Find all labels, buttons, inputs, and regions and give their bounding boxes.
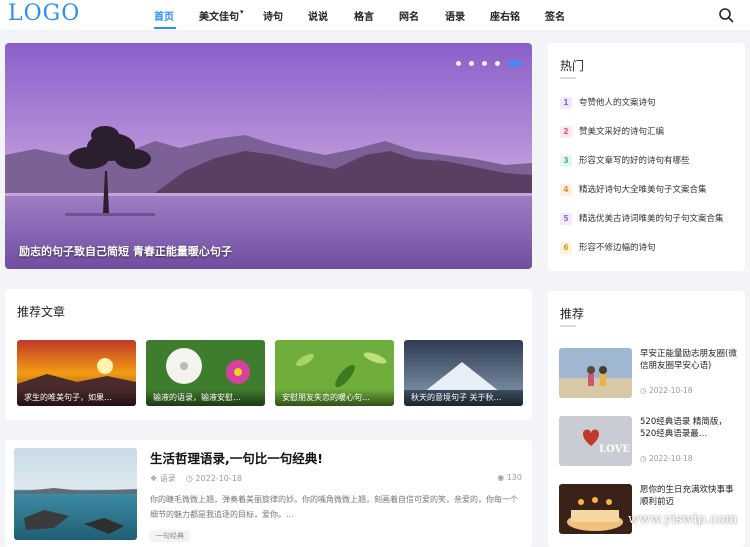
post-tag[interactable]: 一句经典 — [150, 530, 190, 542]
post-views: ◉ 130 — [497, 473, 522, 482]
nav-maxims[interactable]: 座右铭 — [490, 8, 520, 23]
side-recommend-thumb: LOVE — [559, 416, 632, 466]
recommended-title: 推荐文章 — [17, 305, 66, 319]
hot-item[interactable]: 2 赞美文采好的诗句汇编 — [560, 125, 740, 154]
recommended-articles: 推荐文章 求生的唯美句子，如果… 输液的语录，输液安慰… 安慰朋友失恋的暖心句…… — [5, 289, 532, 420]
side-recommend-item[interactable]: LOVE 520经典语录 精简版，520经典语录最… ◷ 2022-10-18 — [559, 416, 741, 468]
post-category[interactable]: 语录 — [160, 474, 176, 483]
clock-icon: ◷ — [640, 454, 649, 463]
hot-item-text: 夸赞他人的文案诗句 — [579, 98, 656, 108]
birthday-cake-image — [559, 484, 632, 534]
slider-dot-active[interactable] — [508, 61, 522, 66]
title-underline — [560, 77, 576, 79]
post-thumbnail[interactable] — [14, 448, 137, 540]
side-recommend-item-title: 早安正能量励志朋友圈(微信朋友圈早安心语) — [640, 349, 737, 371]
rank-badge: 1 — [560, 97, 572, 109]
side-recommend-item-date: ◷ 2022-10-18 — [640, 454, 693, 463]
love-image: LOVE — [559, 416, 632, 466]
hot-item-text: 精选优美古诗词唯美的句子句文案合集 — [579, 214, 724, 224]
eye-icon: ◉ — [497, 473, 505, 482]
slider-dot[interactable] — [455, 61, 461, 66]
post-excerpt: 你的睫毛微微上翘，弹奏着美丽旋律的妙。你的嘴角微微上翘，刻画着自信可爱的笑，亲爱… — [150, 495, 518, 519]
rank-badge: 2 — [560, 126, 572, 138]
recommended-card[interactable]: 安慰朋友失恋的暖心句… — [275, 340, 394, 406]
nav-home[interactable]: 首页 — [154, 8, 174, 23]
slider-dot[interactable] — [494, 61, 500, 66]
slider-dot[interactable] — [481, 61, 487, 66]
recommended-caption: 安慰朋友失恋的暖心句… — [275, 389, 394, 406]
side-recommend-thumb — [559, 484, 632, 534]
nav-active-indicator — [154, 27, 176, 29]
side-recommend-item-date-text: 2022-10-18 — [648, 454, 693, 463]
recommended-caption: 求生的唯美句子，如果… — [17, 389, 136, 406]
hot-item[interactable]: 4 精选好诗句大全唯美句子文案合集 — [560, 183, 740, 212]
side-recommend-item[interactable]: 愿你的生日充满欢快事事顺利前迈 — [559, 484, 741, 536]
side-recommend-panel: 推荐 早安正能量励志朋友圈(微信朋友圈早安心语) ◷ 2022-10-18 LO… — [548, 291, 745, 547]
search-icon[interactable] — [718, 7, 734, 23]
recommended-caption: 秋天的意境句子 关于秋… — [404, 389, 523, 406]
hot-item-text: 形容不修边幅的诗句 — [579, 243, 656, 253]
rank-badge: 6 — [560, 242, 572, 254]
rank-badge: 4 — [560, 184, 572, 196]
site-header: LOGO 首页 美文佳句▾ 诗句 说说 格言 网名 语录 座右铭 签名 — [0, 0, 750, 31]
nav-articles-label: 美文佳句 — [199, 12, 239, 23]
hero-slider[interactable]: 励志的句子致自己简短 青春正能量暖心句子 — [5, 43, 532, 269]
hot-item-text: 赞美文采好的诗句汇编 — [579, 127, 665, 137]
side-recommend-item[interactable]: 早安正能量励志朋友圈(微信朋友圈早安心语) ◷ 2022-10-18 — [559, 348, 741, 400]
rank-badge: 3 — [560, 155, 572, 167]
recommended-caption: 输液的语录，输液安慰… — [146, 389, 265, 406]
side-recommend-item-date-text: 2022-10-18 — [648, 386, 693, 395]
recommended-card[interactable]: 输液的语录，输液安慰… — [146, 340, 265, 406]
slider-dot[interactable] — [468, 61, 474, 66]
nav-mottos[interactable]: 格言 — [354, 8, 374, 23]
nav-nicknames[interactable]: 网名 — [399, 8, 419, 23]
post-meta: ❖ 语录 ◷ 2022-10-18 — [150, 473, 242, 484]
post-title[interactable]: 生活哲理语录,一句比一句经典! — [150, 448, 323, 467]
nav-shuoshuo[interactable]: 说说 — [308, 8, 328, 23]
title-underline — [560, 325, 576, 327]
recommended-card[interactable]: 秋天的意境句子 关于秋… — [404, 340, 523, 406]
category-icon: ❖ — [150, 474, 158, 483]
clock-icon: ◷ — [185, 474, 193, 483]
side-recommend-title: 推荐 — [560, 307, 585, 321]
svg-text:LOVE: LOVE — [599, 444, 630, 455]
couple-image — [559, 348, 632, 398]
side-recommend-item-title: 520经典语录 精简版，520经典语录最… — [640, 417, 727, 439]
hot-list: 1 夸赞他人的文案诗句 2 赞美文采好的诗句汇编 3 形容文章写的好的诗句有哪些 4精… — [560, 96, 740, 270]
slider-pagination — [453, 51, 522, 70]
watermark: www.yiswip.com — [628, 512, 738, 527]
post-card[interactable]: 生活哲理语录,一句比一句经典! ❖ 语录 ◷ 2022-10-18 ◉ 130 … — [5, 440, 532, 547]
hot-item-text: 精选好诗句大全唯美句子文案合集 — [579, 185, 707, 195]
post-views-count: 130 — [506, 473, 522, 482]
rank-badge: 5 — [560, 213, 572, 225]
slide-caption[interactable]: 励志的句子致自己简短 青春正能量暖心句子 — [19, 243, 232, 259]
seascape-image — [14, 448, 137, 540]
nav-signatures[interactable]: 签名 — [545, 8, 565, 23]
site-logo[interactable]: LOGO — [8, 1, 80, 26]
hot-item[interactable]: 6 形容不修边幅的诗句 — [560, 241, 740, 270]
hero-image — [5, 43, 532, 269]
side-recommend-thumb — [559, 348, 632, 398]
clock-icon: ◷ — [640, 386, 649, 395]
nav-articles[interactable]: 美文佳句▾ — [199, 8, 244, 23]
hot-panel: 热门 1 夸赞他人的文案诗句 2 赞美文采好的诗句汇编 3 形容文章写的好的诗句有哪些… — [548, 43, 745, 271]
recommended-card[interactable]: 求生的唯美句子，如果… — [17, 340, 136, 406]
hot-item[interactable]: 3 形容文章写的好的诗句有哪些 — [560, 154, 740, 183]
hot-item[interactable]: 1 夸赞他人的文案诗句 — [560, 96, 740, 125]
post-date: 2022-10-18 — [195, 474, 242, 483]
hot-item[interactable]: 5 精选优美古诗词唯美的句子句文案合集 — [560, 212, 740, 241]
nav-quotes[interactable]: 语录 — [445, 8, 465, 23]
side-recommend-item-title: 愿你的生日充满欢快事事顺利前迈 — [640, 485, 734, 507]
side-recommend-item-date: ◷ 2022-10-18 — [640, 386, 693, 395]
chevron-down-icon: ▾ — [240, 8, 244, 16]
nav-poems[interactable]: 诗句 — [263, 8, 283, 23]
hot-item-text: 形容文章写的好的诗句有哪些 — [579, 156, 690, 166]
hot-panel-title: 热门 — [560, 59, 585, 73]
